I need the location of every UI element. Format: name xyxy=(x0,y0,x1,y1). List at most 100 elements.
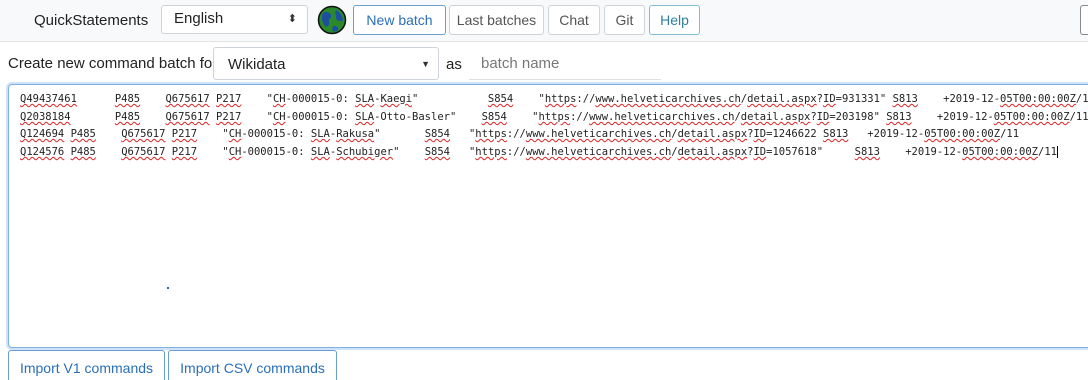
command-token: S813 xyxy=(823,128,849,140)
command-token: detail.aspx xyxy=(677,146,748,158)
command-token: S854 xyxy=(481,111,507,123)
batch-options-row: Create new command batch for Wikidata ▼ … xyxy=(0,47,1088,81)
command-line: Q49437461 P485 Q675617 P217 "CH-000015-0… xyxy=(20,93,1088,105)
command-token xyxy=(96,128,121,140)
command-token: https xyxy=(544,93,577,105)
globe-icon[interactable] xyxy=(317,5,347,35)
command-token: Q124576 xyxy=(20,146,65,158)
command-token xyxy=(71,111,115,123)
new-batch-button[interactable]: New batch xyxy=(353,5,446,35)
command-token: detail.aspx xyxy=(740,111,811,123)
command-token: -000015-0: xyxy=(285,93,356,105)
command-token: -000015-0: xyxy=(241,128,311,140)
command-token: S813 xyxy=(892,93,918,105)
command-token: " xyxy=(450,146,476,158)
command-token: " xyxy=(412,93,488,105)
command-token: +2019-12- xyxy=(848,128,925,140)
chat-button[interactable]: Chat xyxy=(548,5,600,35)
command-token: SLA xyxy=(355,111,375,123)
command-token: 05T00:00:00Z xyxy=(993,111,1070,123)
command-token: CH xyxy=(228,128,242,140)
top-navbar: QuickStatements English ⬍ New batch Last… xyxy=(0,0,1088,42)
command-token: " xyxy=(241,111,273,123)
command-token: -000015-0: xyxy=(241,146,311,158)
command-token: Q675617 xyxy=(121,146,166,158)
command-token: P485 xyxy=(70,128,96,140)
command-token: 05T00:00:00Z xyxy=(1000,93,1076,105)
command-token: " xyxy=(197,146,229,158)
command-token: +2019-12- xyxy=(911,111,994,123)
import-v1-button[interactable]: Import V1 commands xyxy=(8,350,165,380)
command-token: S854 xyxy=(424,128,450,140)
command-token: ID xyxy=(753,128,767,140)
command-token: Q675617 xyxy=(121,128,166,140)
command-token: P217 xyxy=(216,93,242,105)
command-token: " xyxy=(506,111,539,123)
command-token xyxy=(140,93,165,105)
command-token: P485 xyxy=(114,111,141,123)
command-token: +2019-12- xyxy=(879,146,963,158)
command-token: P217 xyxy=(216,111,242,123)
command-token: /11 xyxy=(1000,128,1020,140)
command-token: S813 xyxy=(886,111,912,123)
command-token xyxy=(140,111,165,123)
stray-dot xyxy=(167,287,169,289)
truncated-control[interactable] xyxy=(1080,5,1088,35)
command-token: " xyxy=(393,146,425,158)
last-batches-button[interactable]: Last batches xyxy=(449,5,544,35)
command-token: SLA xyxy=(355,93,375,105)
app-brand[interactable]: QuickStatements xyxy=(34,12,148,29)
command-token: detail.aspx xyxy=(677,128,748,140)
command-token: :// xyxy=(570,111,590,123)
command-token: =203198" xyxy=(829,111,887,123)
command-line: Q124576 P485 Q675617 P217 "CH-000015-0: … xyxy=(20,146,1058,158)
command-token: CH xyxy=(228,146,242,158)
command-token: =931331" xyxy=(835,93,893,105)
git-button[interactable]: Git xyxy=(604,5,645,35)
command-token: " xyxy=(450,128,476,140)
import-csv-button[interactable]: Import CSV commands xyxy=(168,350,337,380)
text-caret xyxy=(1056,146,1058,158)
help-button[interactable]: Help xyxy=(649,5,700,35)
language-select[interactable]: English ⬍ xyxy=(161,5,308,34)
command-token: =1246622 xyxy=(766,128,824,140)
command-token: www.helveticarchives.ch xyxy=(525,146,672,158)
site-select[interactable]: Wikidata ▼ xyxy=(213,47,439,80)
command-token: 05T00:00:00Z xyxy=(962,146,1038,158)
command-token: SLA xyxy=(310,128,330,140)
command-token: SLA xyxy=(310,146,330,158)
command-token: ID xyxy=(823,93,836,105)
command-token: P217 xyxy=(171,146,198,158)
command-token: Q124694 xyxy=(20,128,65,140)
command-token: https xyxy=(475,128,507,140)
batch-name-input[interactable]: batch name xyxy=(469,47,661,80)
language-value: English xyxy=(174,10,224,27)
command-token: P217 xyxy=(171,128,198,140)
command-token: CH xyxy=(272,111,286,123)
command-token: ID xyxy=(753,146,767,158)
command-token: Q675617 xyxy=(165,111,210,123)
command-token: P485 xyxy=(114,93,141,105)
command-token: www.helveticarchives.ch xyxy=(595,93,741,105)
command-token: " xyxy=(197,128,229,140)
command-token: Rakusa xyxy=(336,128,375,140)
command-token: https xyxy=(475,146,507,158)
command-token: -Otto-Basler" xyxy=(374,111,482,123)
command-token: P485 xyxy=(70,146,96,158)
command-token: CH xyxy=(272,93,286,105)
command-token: :// xyxy=(506,146,526,158)
chevron-down-icon: ▼ xyxy=(421,59,430,69)
select-arrows-icon: ⬍ xyxy=(287,13,297,25)
command-token: S854 xyxy=(487,93,514,105)
command-token: https xyxy=(538,111,571,123)
command-line: Q2038184 P485 Q675617 P217 "CH-000015-0:… xyxy=(20,111,1088,123)
command-token: S854 xyxy=(424,146,450,158)
command-token: 05T00:00:00Z xyxy=(924,128,1001,140)
command-token: ID xyxy=(816,111,830,123)
command-token: Schubiger xyxy=(336,146,394,158)
command-token: +2019-12- xyxy=(917,93,1001,105)
command-token: www.helveticarchives.ch xyxy=(525,128,672,140)
commands-textarea[interactable]: Q49437461 P485 Q675617 P217 "CH-000015-0… xyxy=(8,84,1088,348)
command-token: S813 xyxy=(854,146,880,158)
command-token: Q675617 xyxy=(165,93,210,105)
